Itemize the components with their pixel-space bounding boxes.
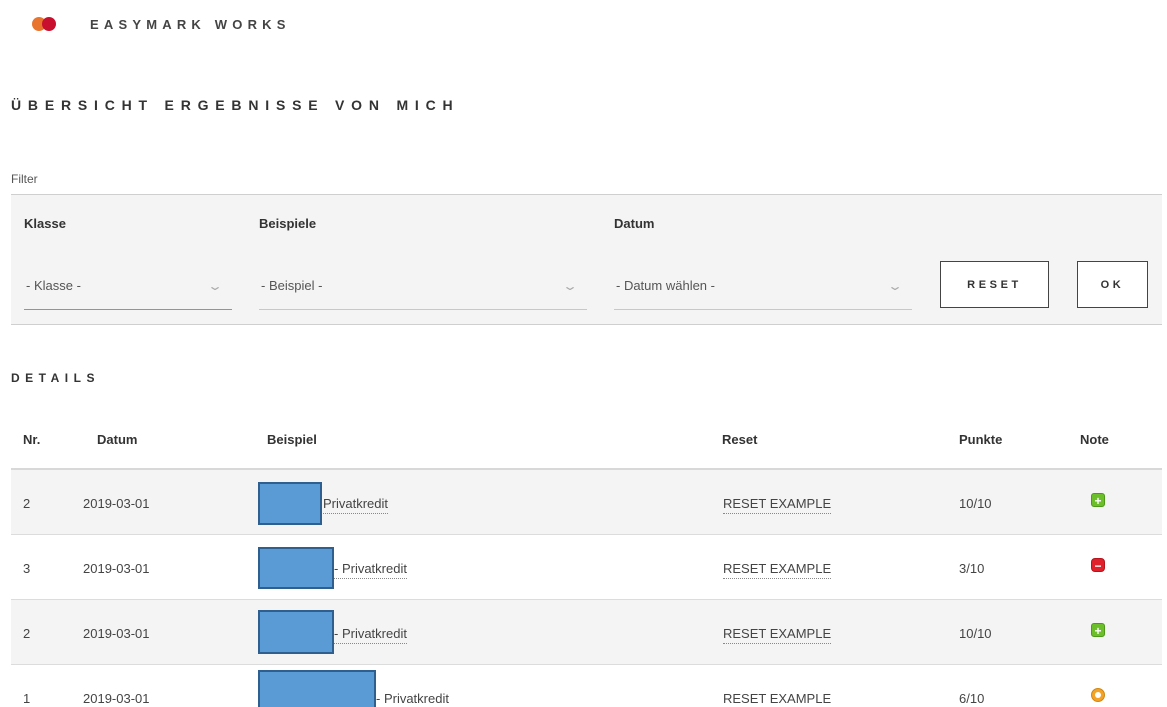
- column-header-beispiel: Beispiel: [267, 432, 317, 447]
- plus-square-icon: +: [1091, 493, 1105, 508]
- cell-beispiel-link[interactable]: - Privatkredit: [334, 561, 407, 579]
- page-title: ÜBERSICHT ERGEBNISSE VON MICH: [11, 97, 460, 113]
- cell-beispiel-link[interactable]: - Privatkredit: [376, 691, 449, 707]
- logo-red-dot: [42, 17, 56, 31]
- table-row: 2 2019-03-01 - Privatkredit RESET EXAMPL…: [11, 600, 1162, 665]
- reset-example-link[interactable]: RESET EXAMPLE: [723, 496, 832, 514]
- brand-name: EASYMARK WORKS: [90, 16, 291, 32]
- details-title: DETAILS: [11, 371, 100, 385]
- redacted-block: [258, 482, 322, 525]
- chevron-down-icon: ⌄: [206, 278, 224, 293]
- cell-nr: 2: [23, 496, 31, 511]
- chevron-down-icon: ⌄: [561, 278, 579, 293]
- beispiele-select[interactable]: - Beispiel - ⌄: [259, 262, 587, 310]
- cell-nr: 1: [23, 691, 31, 706]
- brand-logo: [32, 16, 62, 32]
- reset-example-link[interactable]: RESET EXAMPLE: [723, 626, 832, 644]
- cell-punkte: 10/10: [959, 496, 992, 511]
- minus-square-icon: −: [1091, 558, 1105, 573]
- reset-example-link[interactable]: RESET EXAMPLE: [723, 691, 831, 707]
- cell-datum: 2019-03-01: [83, 691, 150, 706]
- column-header-datum: Datum: [97, 432, 138, 447]
- cell-punkte: 6/10: [959, 691, 985, 706]
- redacted-block: [258, 670, 376, 707]
- column-header-punkte: Punkte: [959, 432, 1003, 447]
- ok-button[interactable]: OK: [1077, 261, 1148, 308]
- cell-beispiel-link[interactable]: Privatkredit: [323, 496, 389, 514]
- brand[interactable]: EASYMARK WORKS: [32, 16, 291, 32]
- cell-datum: 2019-03-01: [83, 561, 150, 576]
- cell-nr: 2: [23, 626, 31, 641]
- redacted-block: [258, 547, 334, 589]
- table-row: 1 2019-03-01 - Privatkredit RESET EXAMPL…: [11, 665, 1162, 707]
- chevron-down-icon: ⌄: [886, 278, 904, 293]
- circle-dot-icon: [1091, 688, 1105, 702]
- filter-label: Filter: [11, 172, 38, 186]
- datum-select[interactable]: - Datum wählen - ⌄: [614, 262, 912, 310]
- plus-square-icon: +: [1091, 623, 1105, 638]
- table-row: 2 2019-03-01 Privatkredit RESET EXAMPLE …: [11, 470, 1162, 535]
- datum-select-value: - Datum wählen -: [616, 278, 715, 293]
- datum-label: Datum: [614, 216, 655, 231]
- column-header-reset: Reset: [722, 432, 758, 447]
- beispiele-label: Beispiele: [259, 216, 317, 231]
- cell-datum: 2019-03-01: [83, 626, 150, 641]
- cell-punkte: 3/10: [959, 561, 985, 576]
- redacted-block: [258, 610, 334, 654]
- beispiele-select-value: - Beispiel -: [261, 278, 323, 293]
- cell-punkte: 10/10: [959, 626, 992, 641]
- reset-example-link[interactable]: RESET EXAMPLE: [723, 561, 832, 579]
- table-row: 3 2019-03-01 - Privatkredit RESET EXAMPL…: [11, 535, 1162, 600]
- cell-nr: 3: [23, 561, 31, 576]
- column-header-note: Note: [1080, 432, 1109, 447]
- klasse-label: Klasse: [24, 216, 66, 231]
- table-header: Nr. Datum Beispiel Reset Punkte Note: [11, 408, 1162, 470]
- column-header-nr: Nr.: [23, 432, 41, 447]
- klasse-select-value: - Klasse -: [26, 278, 81, 293]
- cell-beispiel-link[interactable]: - Privatkredit: [334, 626, 407, 644]
- klasse-select[interactable]: - Klasse - ⌄: [24, 262, 232, 310]
- results-table: Nr. Datum Beispiel Reset Punkte Note 2 2…: [11, 408, 1162, 707]
- cell-datum: 2019-03-01: [83, 496, 150, 511]
- reset-button[interactable]: RESET: [940, 261, 1049, 308]
